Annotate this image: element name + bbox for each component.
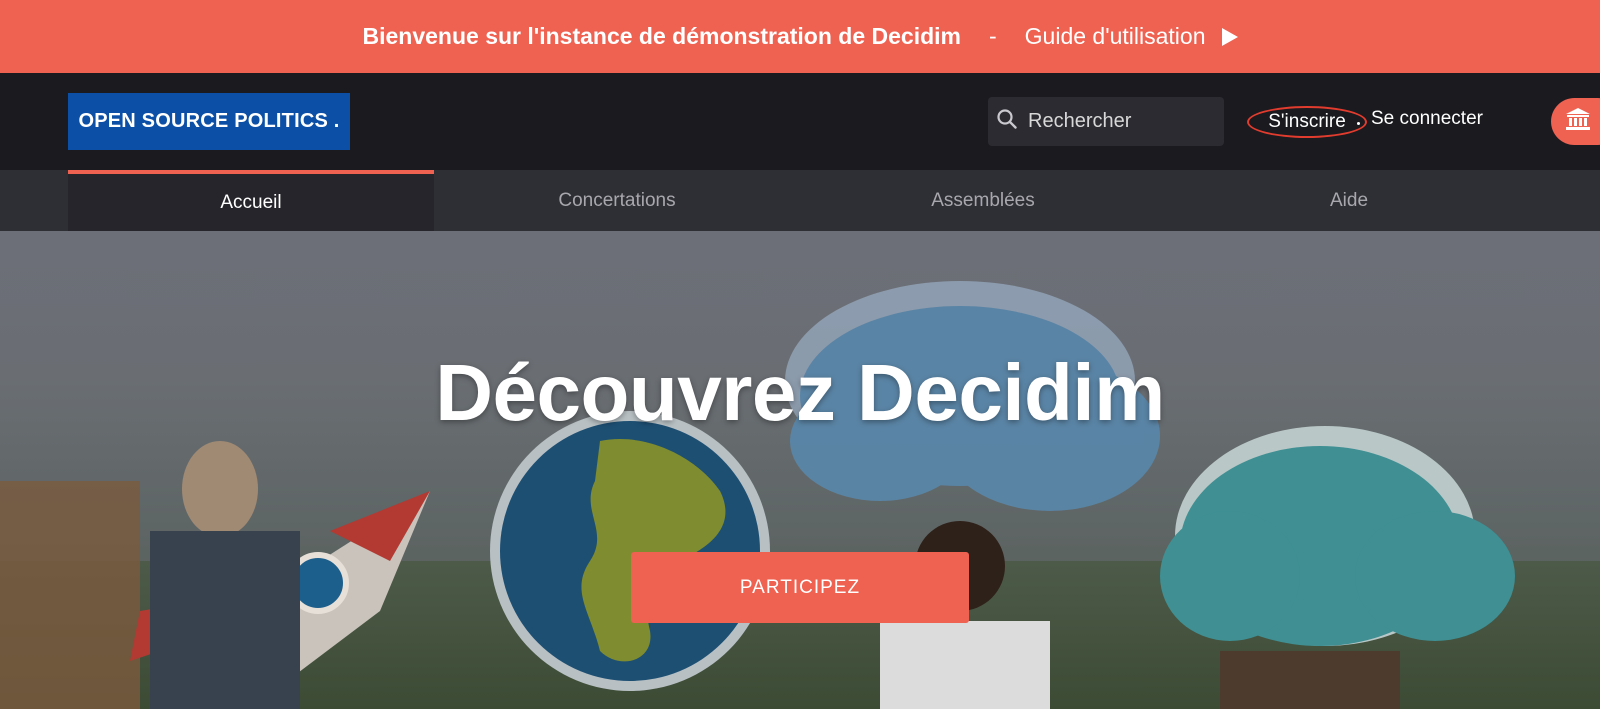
banner-separator: -: [989, 23, 997, 49]
announcement-banner: Bienvenue sur l'instance de démonstratio…: [0, 0, 1600, 73]
cloud-icon: [1160, 426, 1515, 646]
nav-tab-assemblees[interactable]: Assemblées: [800, 170, 1166, 231]
hero-illustration: [130, 281, 1515, 709]
person-left: [150, 441, 300, 709]
hero-title: Découvrez Decidim: [435, 348, 1165, 437]
nav-tab-aide[interactable]: Aide: [1166, 170, 1532, 231]
participate-button[interactable]: PARTICIPEZ: [631, 552, 969, 623]
search-box[interactable]: [988, 97, 1224, 146]
institution-icon: [1565, 107, 1591, 136]
hero-section: Découvrez Decidim PARTICIPEZ: [0, 231, 1600, 709]
play-icon[interactable]: [1221, 27, 1238, 46]
separator-dot: [1357, 122, 1360, 125]
search-icon: [996, 108, 1018, 135]
person-right: [1220, 651, 1400, 709]
nav-tab-concertations[interactable]: Concertations: [434, 170, 800, 231]
globe-icon: [490, 411, 770, 691]
nav-tab-accueil[interactable]: Accueil: [68, 170, 434, 231]
login-link[interactable]: Se connecter: [1371, 108, 1483, 130]
user-guide-label[interactable]: Guide d'utilisation: [1025, 23, 1206, 50]
user-guide-link[interactable]: Guide d'utilisation: [1025, 23, 1238, 50]
site-header: OPEN SOURCE POLITICS . S'inscrire Se con…: [0, 73, 1600, 170]
site-logo[interactable]: OPEN SOURCE POLITICS .: [68, 93, 350, 150]
search-input[interactable]: [1028, 110, 1208, 133]
organization-button[interactable]: [1551, 98, 1600, 145]
main-navigation: Accueil Concertations Assemblées Aide: [0, 170, 1600, 231]
signup-link[interactable]: S'inscrire: [1247, 106, 1367, 138]
welcome-text: Bienvenue sur l'instance de démonstratio…: [362, 23, 961, 49]
